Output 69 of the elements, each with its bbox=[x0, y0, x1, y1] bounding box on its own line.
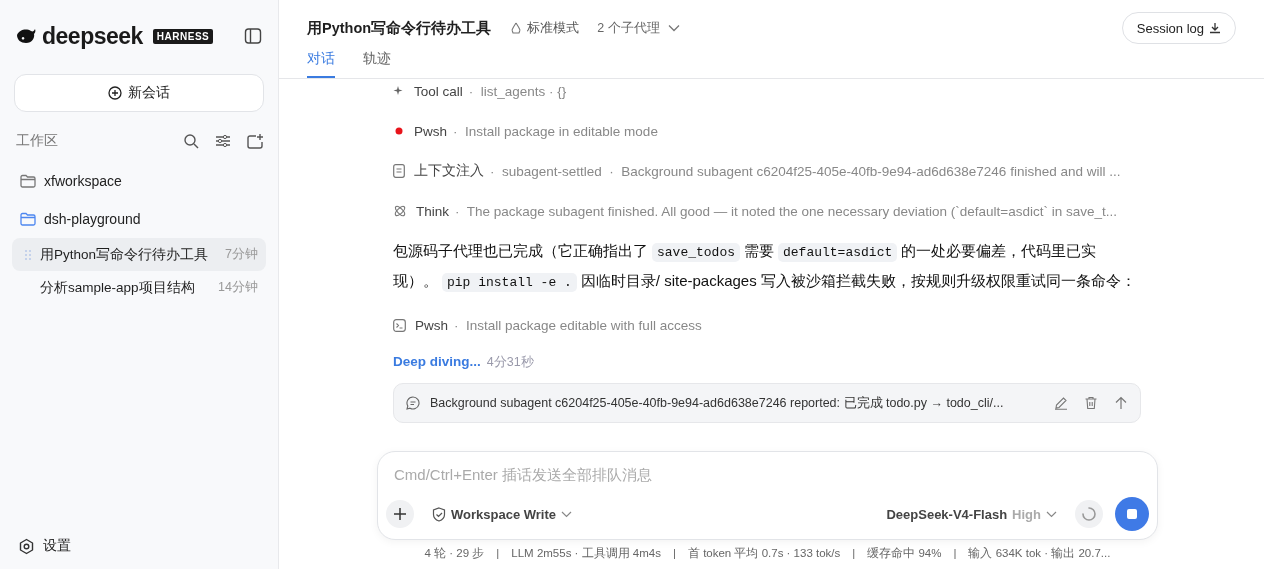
add-button[interactable] bbox=[386, 500, 414, 528]
step-label[interactable]: Pwsh bbox=[415, 317, 448, 333]
composer-field[interactable]: Cmd/Ctrl+Enter 插话发送全部排队消息 Workspace Write DeepSeek-V4-Flash High bbox=[377, 451, 1158, 540]
session-title: 用Python写命令行待办工具 bbox=[40, 245, 210, 264]
document-icon bbox=[393, 164, 405, 178]
step-detail: · list_agents · {} bbox=[468, 83, 567, 99]
step-detail: · The package subagent finished. All good — it noted the one necessary deviation (`default=asdict` in save_t... bbox=[455, 203, 1118, 219]
download-icon bbox=[1209, 22, 1221, 34]
tab[interactable]: 轨迹 bbox=[363, 46, 391, 78]
progress-button[interactable] bbox=[1075, 500, 1103, 528]
step-label[interactable]: Pwsh bbox=[414, 123, 447, 139]
status-dot-icon bbox=[393, 125, 405, 137]
chevron-down-icon bbox=[561, 510, 572, 518]
settings-item[interactable]: 设置 bbox=[12, 537, 266, 555]
plus-icon bbox=[393, 507, 407, 521]
subagents-dropdown[interactable]: 2 个子代理 bbox=[597, 19, 680, 37]
conversation-title: 用Python写命令行待办工具 bbox=[307, 18, 492, 38]
settings-icon bbox=[18, 537, 35, 555]
filter-icon[interactable] bbox=[215, 133, 231, 149]
chevron-down-icon bbox=[667, 24, 680, 32]
step-detail: · Install package editable with full access bbox=[454, 317, 702, 333]
whale-logo-icon bbox=[16, 27, 38, 45]
atom-icon bbox=[393, 204, 407, 218]
workspace-item[interactable]: dsh-playground bbox=[12, 200, 266, 238]
step-label[interactable]: Tool call bbox=[414, 83, 463, 99]
status-text: Deep diving... bbox=[393, 353, 481, 371]
drag-handle-icon[interactable] bbox=[24, 248, 32, 261]
step-detail: · Install package in editable mode bbox=[453, 123, 658, 139]
arrow-up-icon[interactable] bbox=[1114, 396, 1128, 410]
chevron-down-icon bbox=[1046, 510, 1057, 518]
folder-icon bbox=[20, 174, 36, 188]
section-label: 工作区 bbox=[16, 132, 58, 150]
workspace-item[interactable]: xfworkspace bbox=[12, 162, 266, 200]
search-icon[interactable] bbox=[183, 133, 199, 149]
shield-icon bbox=[432, 506, 446, 522]
tab[interactable]: 对话 bbox=[307, 46, 335, 78]
plus-circle-icon bbox=[108, 86, 122, 100]
session-title: 分析sample-app项目结构 bbox=[40, 278, 196, 297]
new-chat-button[interactable]: 新会话 bbox=[14, 74, 264, 112]
settings-label: 设置 bbox=[43, 537, 71, 555]
sidebar-toggle-icon[interactable] bbox=[244, 27, 262, 45]
folder-icon bbox=[20, 212, 36, 226]
session-time: 14分钟 bbox=[218, 279, 258, 296]
permission-dropdown[interactable]: Workspace Write bbox=[426, 505, 578, 523]
workspace-name: dsh-playground bbox=[44, 211, 141, 227]
delete-icon[interactable] bbox=[1084, 396, 1098, 410]
stop-icon bbox=[1127, 509, 1137, 519]
usage-stats: 4 轮 · 29 步 | LLM 2m55s · 工具调用 4m4s | 首 token 平均 0.7s · 133 tok/s | 缓存命中 94% | 输入 634K tok · 输出 20.7... bbox=[423, 546, 1112, 561]
spinner-icon bbox=[1081, 506, 1097, 522]
session-log-button[interactable]: Session log bbox=[1121, 12, 1236, 44]
session-item[interactable]: 用Python写命令行待办工具 7分钟 bbox=[12, 238, 266, 271]
terminal-icon bbox=[393, 318, 406, 332]
stop-button[interactable] bbox=[1115, 497, 1149, 531]
new-folder-icon[interactable] bbox=[247, 133, 264, 149]
logo-text: deepseek bbox=[42, 22, 143, 50]
workspace-name: xfworkspace bbox=[44, 173, 122, 189]
model-dropdown[interactable]: DeepSeek-V4-Flash High bbox=[880, 505, 1063, 523]
step-label[interactable]: 上下文注入 bbox=[414, 162, 484, 180]
session-item[interactable]: 分析sample-app项目结构 14分钟 bbox=[12, 271, 266, 304]
assistant-message: 包源码子代理也已完成（它正确指出了 save_todos 需要 default=asdict 的一处必要偏差，代码里已实现）。 pip install -e . 因临时目录/ site-packages 写入被沙箱拦截失败，按规则升级权限重试同一条命令： bbox=[393, 241, 1137, 294]
session-time: 7分钟 bbox=[225, 246, 258, 263]
elapsed-time: 4分31秒 bbox=[486, 354, 534, 371]
step-detail: · subagent-settled · Background subagent c6204f25-405e-40fb-9e94-ad6d638e7246 finished and will ... bbox=[490, 163, 1121, 179]
chat-icon bbox=[406, 396, 420, 410]
step-label[interactable]: Think bbox=[416, 203, 449, 219]
edit-icon[interactable] bbox=[1054, 396, 1068, 410]
product-badge: HARNESS bbox=[152, 28, 214, 44]
queued-text: Background subagent c6204f25-405e-40fb-9e94-ad6d638e7246 reported: 已完成 todo.py → todo_cli/... bbox=[430, 394, 1005, 412]
mode-label[interactable]: 标准模式 bbox=[509, 19, 580, 37]
